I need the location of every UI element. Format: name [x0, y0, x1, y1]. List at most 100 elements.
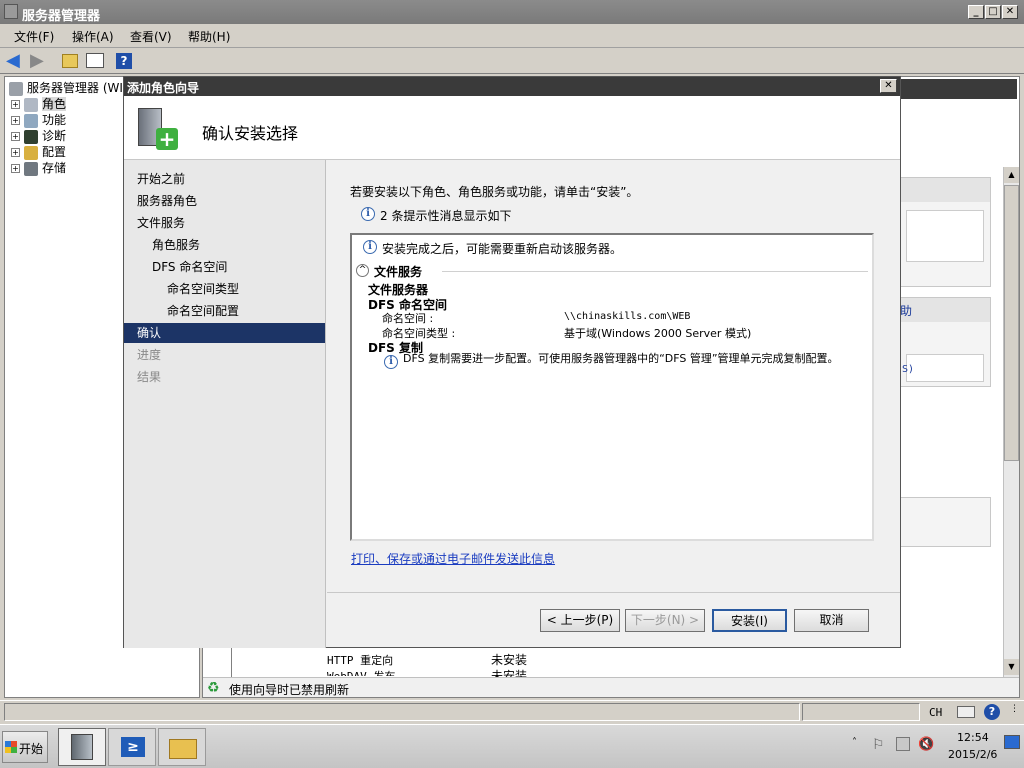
back-arrow-icon[interactable]: ◀ — [6, 51, 26, 71]
wizard-step-item[interactable]: DFS 命名空间 — [124, 257, 325, 277]
wizard-step-item[interactable]: 确认 — [124, 323, 325, 343]
maximize-button[interactable]: □ — [985, 5, 1001, 19]
list-item-name: WebDAV 发布 — [327, 668, 395, 676]
tree-item-configuration[interactable]: + 配置 — [11, 143, 66, 160]
list-item-status: 未安装 — [491, 669, 528, 677]
status-bar: CH ? ⋮ — [0, 700, 1024, 722]
taskbar-powershell[interactable]: ≥ — [108, 728, 156, 766]
server-icon — [9, 81, 23, 96]
taskbar: 开始 ≥ ˄ ⚐ 🔇 12:54 2015/2/6 — [0, 724, 1024, 768]
wizard-step-item[interactable]: 服务器角色 — [124, 191, 325, 211]
help-icon[interactable]: ? — [116, 53, 132, 69]
info-count: 2 条提示性消息显示如下 — [380, 209, 512, 223]
tree-root[interactable]: 服务器管理器 (WI — [9, 79, 123, 96]
up-folder-icon[interactable] — [62, 54, 78, 68]
button-divider — [327, 592, 900, 593]
menu-help[interactable]: 帮助(H) — [188, 28, 230, 45]
expand-icon[interactable]: + — [11, 100, 20, 109]
windows-logo-icon — [5, 741, 17, 753]
tree-item-diagnostics[interactable]: + 诊断 — [11, 127, 66, 144]
configuration-icon — [24, 145, 38, 160]
action-center-flag-icon[interactable]: ⚐ — [872, 737, 885, 753]
language-indicator[interactable]: CH — [929, 706, 942, 719]
next-button[interactable]: 下一步(N) > — [625, 609, 705, 632]
install-button[interactable]: 安装(I) — [712, 609, 787, 632]
taskbar-server-manager[interactable] — [58, 728, 106, 766]
info-icon: i — [384, 355, 398, 369]
tree-item-roles[interactable]: + 角色 — [11, 95, 67, 112]
powershell-icon: ≥ — [121, 737, 145, 757]
menu-view[interactable]: 查看(V) — [130, 28, 172, 45]
pane-header — [901, 79, 1017, 99]
confirmation-details: i 安装完成之后，可能需要重新启动该服务器。 ^ 文件服务 文件服务器 DFS … — [350, 233, 874, 541]
dialog-heading: 确认安装选择 — [202, 124, 299, 143]
start-button[interactable]: 开始 — [2, 731, 48, 763]
previous-button[interactable]: < 上一步(P) — [540, 609, 620, 632]
storage-icon — [24, 161, 38, 176]
wizard-step-item[interactable]: 角色服务 — [124, 235, 325, 255]
show-desktop-button[interactable] — [1004, 735, 1020, 749]
dialog-header: + 确认安装选择 — [124, 96, 900, 160]
menu-bar: 文件(F) 操作(A) 查看(V) 帮助(H) — [0, 24, 1024, 48]
close-button[interactable]: ✕ — [1002, 5, 1018, 19]
forward-arrow-icon[interactable]: ▶ — [30, 51, 50, 71]
expand-icon[interactable]: + — [11, 116, 20, 125]
collapse-icon[interactable]: ^ — [356, 264, 369, 277]
add-roles-wizard: 添加角色向导 ✕ + 确认安装选择 开始之前 服务器角色 文件服务 角色服务 DFS 命… — [123, 76, 901, 648]
scroll-up-icon[interactable]: ▲ — [1004, 167, 1019, 183]
toolbar: ◀ ▶ ? — [0, 48, 1024, 74]
vertical-scrollbar[interactable]: ▲ ▼ — [1003, 167, 1019, 677]
window-title: 服务器管理器 — [22, 9, 101, 24]
help-icon[interactable]: ? — [984, 704, 1000, 720]
tree-item-storage[interactable]: + 存储 — [11, 159, 66, 176]
taskbar-explorer[interactable] — [158, 728, 206, 766]
wizard-step-item: 结果 — [137, 370, 162, 384]
keyboard-icon[interactable] — [957, 706, 975, 718]
diagnostics-icon — [24, 129, 38, 144]
dialog-title: 添加角色向导 — [127, 81, 200, 95]
list-item-name: HTTP 重定向 — [327, 654, 394, 667]
features-icon — [24, 113, 38, 128]
show-hide-tree-icon[interactable] — [86, 53, 104, 68]
cancel-button[interactable]: 取消 — [794, 609, 869, 632]
wizard-step-item[interactable]: 命名空间配置 — [124, 301, 325, 321]
action-panel-2: 助 S) — [899, 297, 991, 387]
info-icon: i — [363, 240, 377, 254]
tree-item-features[interactable]: + 功能 — [11, 111, 66, 128]
wizard-step-item[interactable]: 开始之前 — [124, 169, 325, 189]
action-panel — [899, 177, 991, 287]
folder-icon — [169, 739, 197, 759]
options-icon[interactable]: ⋮ — [1010, 704, 1019, 714]
intro-text: 若要安装以下角色、角色服务或功能，请单击“安装”。 — [350, 185, 639, 199]
help-link-fragment[interactable]: 助 — [900, 302, 912, 319]
menu-action[interactable]: 操作(A) — [72, 28, 114, 45]
info-icon: i — [361, 207, 375, 221]
link-fragment[interactable]: S) — [902, 364, 914, 375]
namespace-value: \\chinaskills.com\WEB — [564, 311, 691, 322]
server-manager-icon — [71, 734, 93, 760]
minimize-button[interactable]: _ — [968, 5, 984, 19]
dfs-replication-note: DFS 复制需要进一步配置。可使用服务器管理器中的“DFS 管理”管理单元完成复… — [403, 352, 839, 365]
scroll-down-icon[interactable]: ▼ — [1004, 659, 1019, 675]
volume-muted-icon[interactable]: 🔇 — [918, 737, 934, 752]
show-hidden-icons[interactable]: ˄ — [852, 737, 857, 748]
dialog-close-button[interactable]: ✕ — [880, 79, 897, 93]
wizard-step-item[interactable]: 文件服务 — [124, 213, 325, 233]
wizard-step-item[interactable]: 命名空间类型 — [124, 279, 325, 299]
expand-icon[interactable]: + — [11, 164, 20, 173]
namespace-label: 命名空间 : — [382, 312, 434, 325]
print-save-email-link[interactable]: 打印、保存或通过电子邮件发送此信息 — [351, 550, 555, 567]
expand-icon[interactable]: + — [11, 132, 20, 141]
tree-line — [231, 647, 232, 677]
clock-date[interactable]: 2015/2/6 — [948, 748, 997, 761]
clock-time[interactable]: 12:54 — [957, 731, 989, 744]
menu-file[interactable]: 文件(F) — [14, 28, 54, 45]
server-manager-icon — [4, 4, 18, 19]
wizard-steps: 开始之前 服务器角色 文件服务 角色服务 DFS 命名空间 命名空间类型 命名空间配置 确认进… — [124, 160, 326, 648]
expand-icon[interactable]: + — [11, 148, 20, 157]
section-divider — [442, 271, 868, 272]
network-icon[interactable] — [896, 737, 910, 751]
scroll-thumb[interactable] — [1004, 185, 1019, 461]
restart-note: 安装完成之后，可能需要重新启动该服务器。 — [382, 242, 623, 256]
dialog-title-bar: 添加角色向导 ✕ — [124, 77, 900, 96]
